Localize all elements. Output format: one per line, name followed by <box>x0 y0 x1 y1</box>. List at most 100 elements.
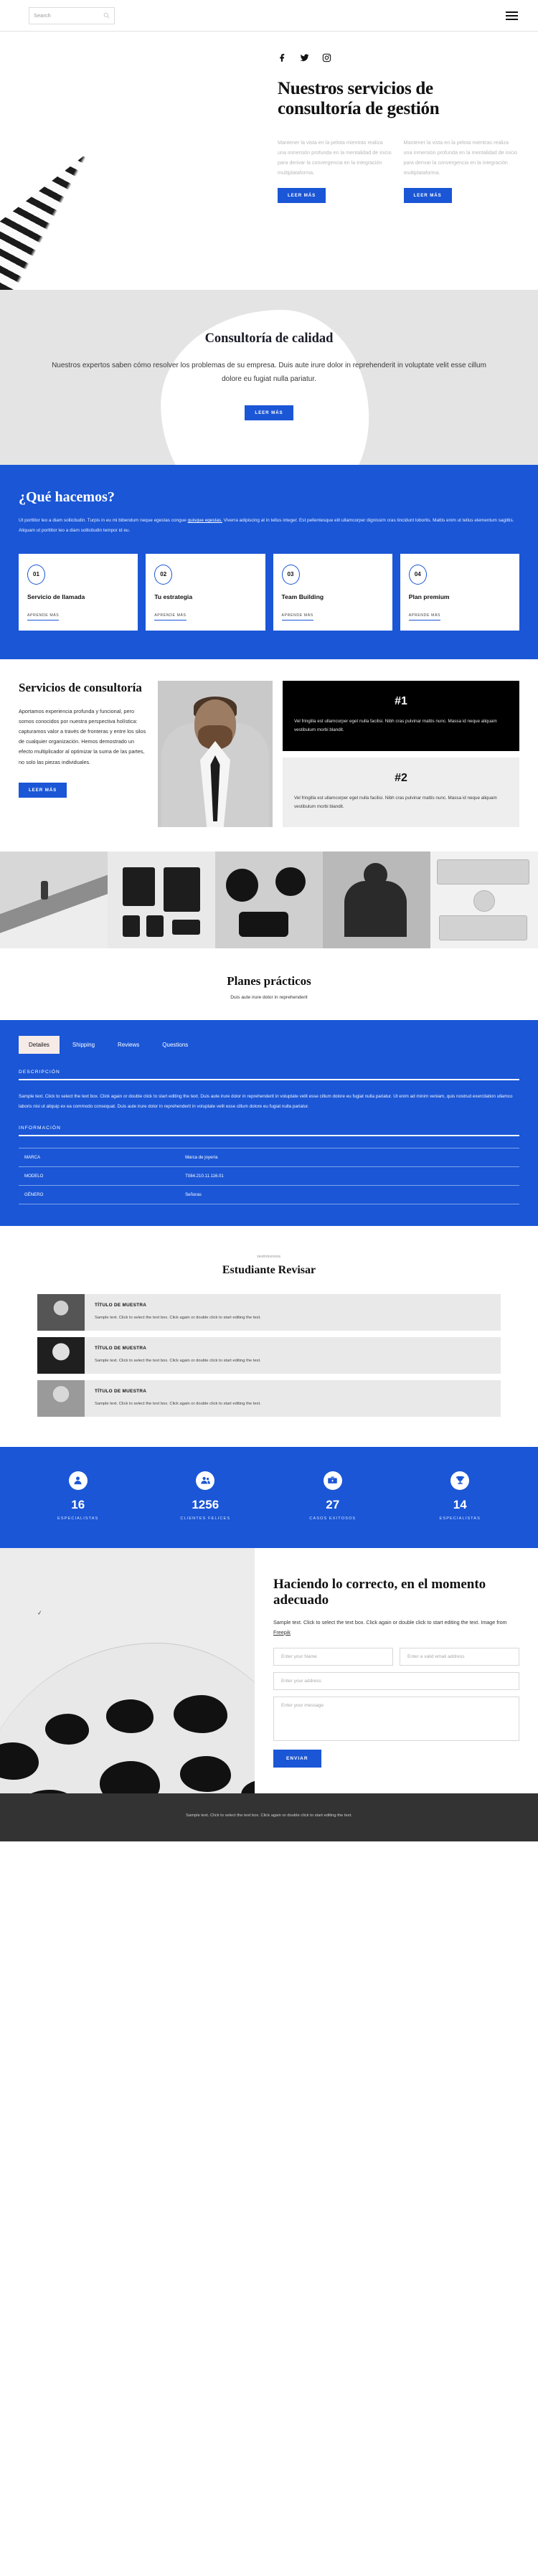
testimonial-title: TÍTULO DE MUESTRA <box>95 1303 147 1308</box>
services-read-more-button[interactable]: LEER MÁS <box>19 782 67 798</box>
bird-decoration: ✓ <box>37 1609 43 1617</box>
hero-read-more-button[interactable]: LEER MÁS <box>403 188 452 204</box>
stat-number: 16 <box>71 1497 85 1511</box>
contact-subtitle: Sample text. Click to select the text bo… <box>273 1618 519 1637</box>
quality-section: Consultoría de calidad Nuestros expertos… <box>0 290 538 465</box>
contact-section: ✓ Haciendo lo correcto, en el momento ad… <box>0 1547 538 1793</box>
info-value: T084.210.11.116.01 <box>185 1174 224 1179</box>
list-item: TÍTULO DE MUESTRA Sample text. Click to … <box>37 1294 501 1331</box>
hero-column: Mantener la vista en la pelota mientras … <box>278 138 392 204</box>
testimonial-text: Sample text. Click to select the text bo… <box>95 1401 261 1406</box>
quisque-egestas-link[interactable]: quisque egestas. <box>188 518 222 523</box>
hero-building-image <box>0 32 255 290</box>
stat-label: ESPECIALISTAS <box>439 1516 481 1521</box>
instagram-icon[interactable] <box>322 53 331 66</box>
hero-column: Mantener la vista en la pelota mientras … <box>403 138 519 204</box>
card-number: 02 <box>154 564 173 585</box>
gallery-image-desk <box>108 851 215 949</box>
testimonial-title: TÍTULO DE MUESTRA <box>95 1388 147 1394</box>
card-learn-more-link[interactable]: APRENDE MÁS <box>408 613 441 621</box>
card-number: 04 <box>408 564 427 585</box>
gallery-image-stairs <box>0 851 108 949</box>
avatar <box>37 1379 85 1417</box>
stat-happy-clients: 1256 CLIENTES FELICES <box>142 1471 270 1521</box>
group-icon <box>196 1471 215 1490</box>
service-card[interactable]: 01 Servicio de llamada APRENDE MÁS <box>19 553 138 631</box>
service-cards: 01 Servicio de llamada APRENDE MÁS 02 Tu… <box>19 553 519 631</box>
hero-content: Nuestros servicios de consultoría de ges… <box>255 32 538 290</box>
email-field[interactable]: Enter a valid email address <box>400 1647 519 1666</box>
hero-section: Nuestros servicios de consultoría de ges… <box>0 32 538 290</box>
social-links <box>278 53 518 66</box>
services-text-block: Servicios de consultoría Aportamos exper… <box>19 681 148 827</box>
hamburger-bar <box>506 11 518 13</box>
service-card[interactable]: 03 Team Building APRENDE MÁS <box>273 553 392 631</box>
table-row: GÉNERO Señoras <box>19 1186 519 1204</box>
testimonials-title: Estudiante Revisar <box>222 1264 316 1277</box>
highlight-text: Vel fringilla est ullamcorper eget nulla… <box>294 795 497 809</box>
stat-number: 14 <box>453 1497 467 1511</box>
stat-successful-cases: 27 CASOS EXITOSOS <box>269 1471 397 1521</box>
name-field[interactable]: Enter your Name <box>273 1647 393 1666</box>
footer-text: Sample text. Click to select the text bo… <box>186 1813 352 1818</box>
services-title: Servicios de consultoría <box>19 680 142 694</box>
photo-gallery <box>0 851 538 949</box>
stat-label: CLIENTES FELICES <box>180 1516 231 1521</box>
card-learn-more-link[interactable]: APRENDE MÁS <box>281 613 313 621</box>
testimonials-list: TÍTULO DE MUESTRA Sample text. Click to … <box>0 1294 538 1417</box>
address-field[interactable]: Enter your address <box>273 1671 519 1690</box>
card-title: Plan premium <box>408 593 450 600</box>
freepik-link[interactable]: Freepik <box>273 1629 291 1636</box>
stat-label: ESPECIALISTAS <box>57 1516 99 1521</box>
gallery-image-meeting <box>323 851 430 949</box>
tab-questions[interactable]: Questions <box>152 1036 198 1054</box>
user-icon <box>68 1471 88 1490</box>
search-icon <box>103 12 110 19</box>
plans-tabs-section: Detailes Shipping Reviews Questions DESC… <box>0 1020 538 1227</box>
stat-number: 1256 <box>192 1497 220 1511</box>
service-card[interactable]: 02 Tu estrategia APRENDE MÁS <box>146 553 265 631</box>
testimonial-text: Sample text. Click to select the text bo… <box>95 1316 261 1321</box>
stat-specialists-2: 14 ESPECIALISTAS <box>397 1471 524 1521</box>
hero-read-more-button[interactable]: LEER MÁS <box>278 188 326 204</box>
twitter-icon[interactable] <box>300 53 309 66</box>
table-row: MODELO T084.210.11.116.01 <box>19 1167 519 1186</box>
stat-number: 27 <box>326 1497 340 1511</box>
quality-read-more-button[interactable]: LEER MÁS <box>245 405 293 420</box>
hero-column-text: Mantener la vista en la pelota mientras … <box>278 139 392 176</box>
service-card[interactable]: 04 Plan premium APRENDE MÁS <box>400 553 519 631</box>
quality-title: Consultoría de calidad <box>204 331 334 346</box>
contact-title: Haciendo lo correcto, en el momento adec… <box>273 1576 486 1608</box>
list-item: TÍTULO DE MUESTRA Sample text. Click to … <box>37 1379 501 1417</box>
facebook-icon[interactable] <box>278 53 287 66</box>
testimonial-text: Sample text. Click to select the text bo… <box>95 1358 261 1363</box>
message-field[interactable]: Enter your message <box>273 1696 519 1741</box>
dome-shape <box>0 1642 255 1793</box>
information-rule <box>19 1135 519 1137</box>
avatar <box>37 1337 85 1374</box>
contact-sub-text: Sample text. Click to select the text bo… <box>273 1619 507 1626</box>
tab-detailes[interactable]: Detailes <box>19 1036 60 1055</box>
info-value: Señoras <box>185 1192 202 1198</box>
card-learn-more-link[interactable]: APRENDE MÁS <box>154 613 187 621</box>
search-input[interactable]: Search <box>29 6 115 24</box>
hero-column-text: Mantener la vista en la pelota mientras … <box>403 139 518 176</box>
submit-button[interactable]: ENVIAR <box>273 1749 321 1768</box>
testimonials-kicker: testimonios <box>257 1255 281 1260</box>
stat-label: CASOS EXITOSOS <box>309 1516 357 1521</box>
testimonials-section: testimonios Estudiante Revisar TÍTULO DE… <box>0 1226 538 1447</box>
plans-title: Planes prácticos <box>227 974 311 989</box>
architecture-photo: ✓ <box>0 1547 255 1793</box>
hero-columns: Mantener la vista en la pelota mientras … <box>278 138 519 204</box>
briefcase-icon <box>323 1471 342 1490</box>
highlight-text: Vel fringilla est ullamcorper eget nulla… <box>294 718 497 733</box>
tab-shipping[interactable]: Shipping <box>62 1036 105 1054</box>
card-learn-more-link[interactable]: APRENDE MÁS <box>27 613 60 621</box>
card-number: 03 <box>281 564 300 585</box>
hamburger-bar <box>506 14 518 16</box>
what-we-do-lead: Ut porttitor leo a diam sollicitudin. Tu… <box>19 516 519 537</box>
tab-reviews[interactable]: Reviews <box>108 1036 149 1054</box>
what-we-do-section: ¿Qué hacemos? Ut porttitor leo a diam so… <box>0 465 538 659</box>
information-table: MARCA Marca de joyería MODELO T084.210.1… <box>19 1148 519 1204</box>
menu-button[interactable] <box>506 11 518 20</box>
